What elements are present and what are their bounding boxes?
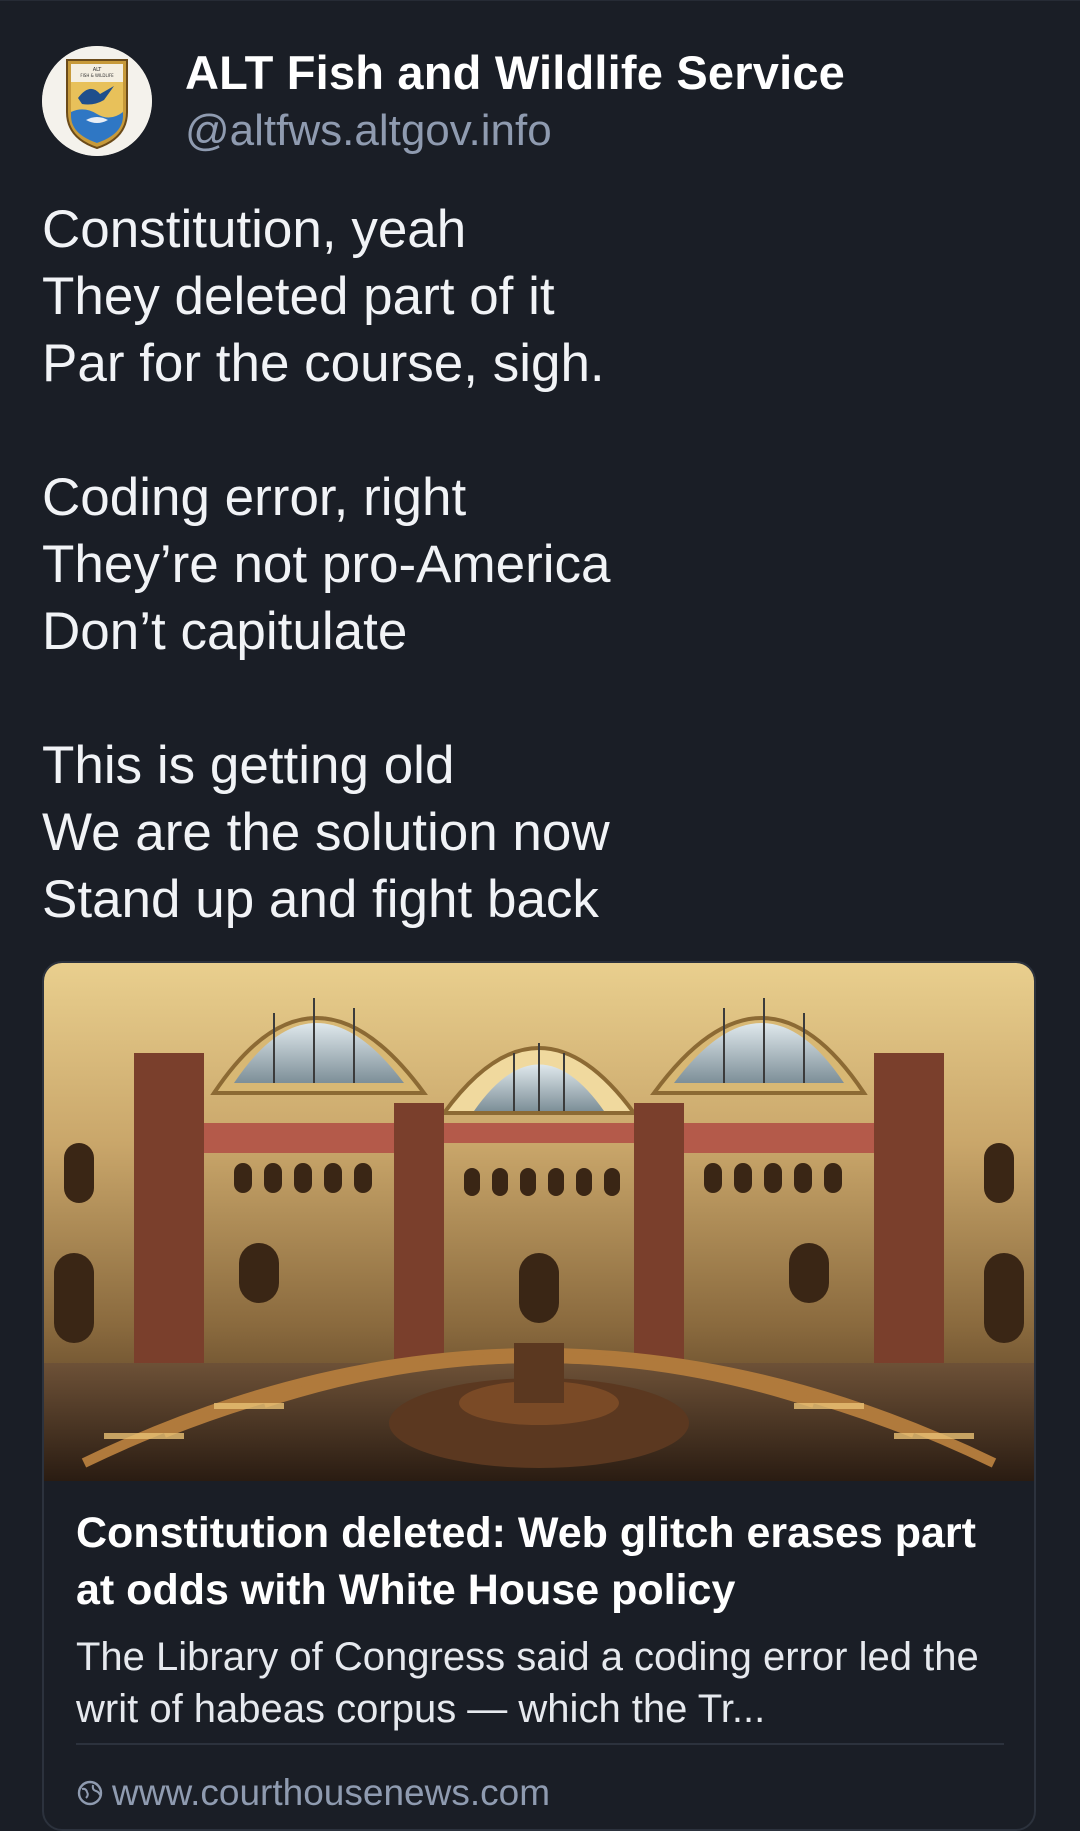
link-card[interactable]: Constitution deleted: Web glitch erases … [42, 961, 1036, 1831]
globe-icon [77, 1780, 103, 1806]
stanza-1: Constitution, yeah They deleted part of … [42, 196, 1022, 397]
link-card-source[interactable]: www.courthousenews.com [76, 1771, 550, 1815]
svg-text:FISH & WILDLIFE: FISH & WILDLIFE [80, 73, 114, 78]
stanza-3: This is getting old We are the solution … [42, 732, 1022, 933]
fish-wildlife-logo-icon: ALT FISH & WILDLIFE [42, 46, 152, 156]
text-line: Coding error, right [42, 468, 467, 527]
text-line: They’re not pro-America [42, 535, 611, 594]
avatar[interactable]: ALT FISH & WILDLIFE [42, 46, 152, 156]
link-card-title[interactable]: Constitution deleted: Web glitch erases … [76, 1505, 1016, 1619]
text-line: Don’t capitulate [42, 602, 408, 661]
library-reading-room-image [44, 963, 1034, 1481]
text-line: Constitution, yeah [42, 200, 467, 259]
post-text: Constitution, yeah They deleted part of … [42, 196, 1022, 933]
author-handle[interactable]: @altfws.altgov.info [185, 104, 552, 158]
author-display-name[interactable]: ALT Fish and Wildlife Service [185, 45, 845, 101]
text-line: This is getting old [42, 736, 455, 795]
text-line: Par for the course, sigh. [42, 334, 605, 393]
link-card-description: The Library of Congress said a coding er… [76, 1635, 979, 1731]
text-line: They deleted part of it [42, 267, 555, 326]
post[interactable]: ALT FISH & WILDLIFE ALT Fish and Wildlif… [0, 0, 1080, 1831]
divider [76, 1743, 1004, 1745]
stanza-2: Coding error, right They’re not pro-Amer… [42, 464, 1022, 665]
text-line: We are the solution now [42, 803, 610, 862]
text-line: Stand up and fight back [42, 870, 599, 929]
link-card-domain: www.courthousenews.com [112, 1772, 551, 1813]
